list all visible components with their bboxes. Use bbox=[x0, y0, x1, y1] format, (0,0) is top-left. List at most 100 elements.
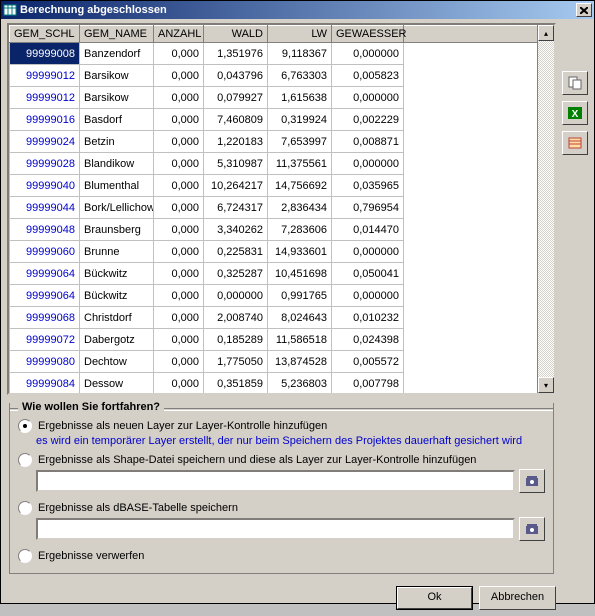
table-cell: 0,000 bbox=[154, 109, 204, 131]
table-cell: 99999084 bbox=[10, 373, 80, 394]
excel-export-button[interactable]: X bbox=[562, 101, 588, 125]
browse-shape-button[interactable] bbox=[519, 469, 545, 493]
table-cell: Braunsberg bbox=[80, 219, 154, 241]
table-row[interactable]: 99999080Dechtow0,0001,77505013,8745280,0… bbox=[10, 351, 538, 373]
table-cell: 0,000000 bbox=[332, 285, 404, 307]
table-row[interactable]: 99999048Braunsberg0,0003,3402627,2836060… bbox=[10, 219, 538, 241]
table-row[interactable]: 99999084Dessow0,0000,3518595,2368030,007… bbox=[10, 373, 538, 394]
table-cell: 1,775050 bbox=[204, 351, 268, 373]
radio-icon bbox=[18, 501, 32, 515]
table-cell: Dechtow bbox=[80, 351, 154, 373]
side-toolbar: X bbox=[562, 71, 590, 161]
table-cell: 0,000 bbox=[154, 307, 204, 329]
table-cell: 0,991765 bbox=[268, 285, 332, 307]
table-cell: 10,264217 bbox=[204, 175, 268, 197]
table-cell: 0,000000 bbox=[332, 241, 404, 263]
table-row[interactable]: 99999008Banzendorf0,0001,3519769,1183670… bbox=[10, 43, 538, 65]
table-cell: 99999080 bbox=[10, 351, 80, 373]
table-cell: Barsikow bbox=[80, 65, 154, 87]
scroll-track[interactable] bbox=[538, 41, 554, 377]
table-cell: Basdorf bbox=[80, 109, 154, 131]
layout-button[interactable] bbox=[562, 131, 588, 155]
table-cell: 99999008 bbox=[10, 43, 80, 65]
table-row[interactable]: 99999040Blumenthal0,00010,26421714,75669… bbox=[10, 175, 538, 197]
table-cell: 5,310987 bbox=[204, 153, 268, 175]
table-cell: 99999012 bbox=[10, 87, 80, 109]
column-header[interactable]: GEM_SCHL bbox=[10, 26, 80, 43]
table-row[interactable]: 99999028Blandikow0,0005,31098711,3755610… bbox=[10, 153, 538, 175]
cancel-button[interactable]: Abbrechen bbox=[479, 586, 556, 610]
table-cell: 11,586518 bbox=[268, 329, 332, 351]
table-row[interactable]: 99999064Bückwitz0,0000,32528710,4516980,… bbox=[10, 263, 538, 285]
table-cell: 0,319924 bbox=[268, 109, 332, 131]
column-header[interactable]: WALD bbox=[204, 26, 268, 43]
table-cell: 2,836434 bbox=[268, 197, 332, 219]
table-cell: 99999024 bbox=[10, 131, 80, 153]
table-cell: 0,000 bbox=[154, 351, 204, 373]
table-cell: 0,000 bbox=[154, 197, 204, 219]
ok-button[interactable]: Ok bbox=[396, 586, 473, 610]
table-cell: 14,933601 bbox=[268, 241, 332, 263]
table-cell: 0,010232 bbox=[332, 307, 404, 329]
table-cell: Bückwitz bbox=[80, 285, 154, 307]
table-cell: 0,000 bbox=[154, 219, 204, 241]
table-cell: 99999068 bbox=[10, 307, 80, 329]
table-cell: 0,000000 bbox=[204, 285, 268, 307]
vertical-scrollbar[interactable]: ▴ ▾ bbox=[537, 25, 554, 393]
option-discard[interactable]: Ergebnisse verwerfen bbox=[18, 549, 545, 563]
radio-icon bbox=[18, 419, 32, 433]
column-header[interactable]: GEWAESSER bbox=[332, 26, 404, 43]
table-cell: 0,007798 bbox=[332, 373, 404, 394]
table-cell: 0,043796 bbox=[204, 65, 268, 87]
table-cell: 99999016 bbox=[10, 109, 80, 131]
table-cell: 0,000 bbox=[154, 65, 204, 87]
table-row[interactable]: 99999044Bork/Lellichow0,0006,7243172,836… bbox=[10, 197, 538, 219]
scroll-up-button[interactable]: ▴ bbox=[538, 25, 554, 41]
table-cell: 0,225831 bbox=[204, 241, 268, 263]
table-cell: 0,000 bbox=[154, 263, 204, 285]
close-button[interactable] bbox=[576, 3, 592, 17]
table-cell: 3,340262 bbox=[204, 219, 268, 241]
scroll-down-button[interactable]: ▾ bbox=[538, 377, 554, 393]
table-cell: 1,220183 bbox=[204, 131, 268, 153]
option-label: Ergebnisse als Shape-Datei speichern und… bbox=[38, 454, 476, 466]
table-cell: Christdorf bbox=[80, 307, 154, 329]
table-row[interactable]: 99999060Brunne0,0000,22583114,9336010,00… bbox=[10, 241, 538, 263]
table-cell: 99999048 bbox=[10, 219, 80, 241]
table-cell: 0,000 bbox=[154, 131, 204, 153]
option-save-dbase[interactable]: Ergebnisse als dBASE-Tabelle speichern bbox=[18, 501, 545, 515]
option-add-layer[interactable]: Ergebnisse als neuen Layer zur Layer-Kon… bbox=[18, 419, 545, 433]
table-cell: 6,763303 bbox=[268, 65, 332, 87]
column-header[interactable]: ANZAHL bbox=[154, 26, 204, 43]
copy-button[interactable] bbox=[562, 71, 588, 95]
table-cell: 0,008871 bbox=[332, 131, 404, 153]
column-header[interactable]: GEM_NAME bbox=[80, 26, 154, 43]
browse-dbase-button[interactable] bbox=[519, 517, 545, 541]
table-row[interactable]: 99999068Christdorf0,0002,0087408,0246430… bbox=[10, 307, 538, 329]
table-row[interactable]: 99999064Bückwitz0,0000,0000000,9917650,0… bbox=[10, 285, 538, 307]
radio-icon bbox=[18, 453, 32, 467]
table-cell: 0,014470 bbox=[332, 219, 404, 241]
table-cell: 0,000 bbox=[154, 285, 204, 307]
table-row[interactable]: 99999012Barsikow0,0000,0799271,6156380,0… bbox=[10, 87, 538, 109]
table-cell: 0,000000 bbox=[332, 43, 404, 65]
svg-text:X: X bbox=[572, 109, 579, 120]
table-cell: Bork/Lellichow bbox=[80, 197, 154, 219]
table-row[interactable]: 99999016Basdorf0,0007,4608090,3199240,00… bbox=[10, 109, 538, 131]
shape-path-input[interactable] bbox=[36, 470, 515, 492]
table-cell: Dabergotz bbox=[80, 329, 154, 351]
table-cell: 0,000 bbox=[154, 87, 204, 109]
results-table[interactable]: GEM_SCHLGEM_NAMEANZAHLWALDLWGEWAESSER 99… bbox=[9, 25, 538, 393]
option-label: Ergebnisse verwerfen bbox=[38, 550, 144, 562]
dbase-path-input[interactable] bbox=[36, 518, 515, 540]
table-cell: 99999072 bbox=[10, 329, 80, 351]
option-save-shape[interactable]: Ergebnisse als Shape-Datei speichern und… bbox=[18, 453, 545, 467]
column-header[interactable]: LW bbox=[268, 26, 332, 43]
table-row[interactable]: 99999072Dabergotz0,0000,18528911,5865180… bbox=[10, 329, 538, 351]
table-cell: 99999012 bbox=[10, 65, 80, 87]
table-cell: 9,118367 bbox=[268, 43, 332, 65]
table-row[interactable]: 99999024Betzin0,0001,2201837,6539970,008… bbox=[10, 131, 538, 153]
table-cell: 99999044 bbox=[10, 197, 80, 219]
option-hint: es wird ein temporärer Layer erstellt, d… bbox=[36, 435, 545, 447]
table-row[interactable]: 99999012Barsikow0,0000,0437966,7633030,0… bbox=[10, 65, 538, 87]
